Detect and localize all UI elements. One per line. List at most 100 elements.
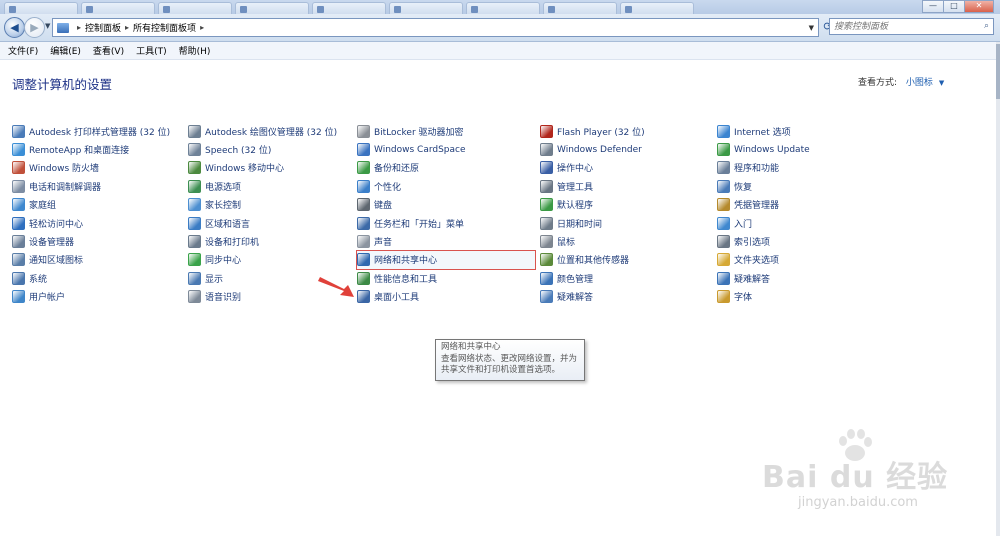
- control-panel-item[interactable]: 个性化: [357, 177, 535, 195]
- control-panel-item[interactable]: Autodesk 绘图仪管理器 (32 位): [188, 122, 337, 140]
- control-panel-item[interactable]: Windows Update: [717, 140, 810, 158]
- control-panel-item[interactable]: 位置和其他传感器: [540, 251, 645, 269]
- control-panel-item[interactable]: 系统: [12, 269, 170, 287]
- control-panel-content: 调整计算机的设置 查看方式: 小图标 ▼ Autodesk 打印样式管理器 (3…: [0, 60, 996, 536]
- menu-file[interactable]: 文件(F): [8, 44, 38, 57]
- vertical-scrollbar[interactable]: [996, 42, 1000, 536]
- menu-tools[interactable]: 工具(T): [136, 44, 167, 57]
- control-panel-item-icon: [540, 143, 553, 157]
- control-panel-item[interactable]: 语音识别: [188, 288, 337, 306]
- control-panel-item-icon: [188, 271, 201, 285]
- control-panel-item[interactable]: 轻松访问中心: [12, 214, 170, 232]
- breadcrumb-all-items[interactable]: 所有控制面板项: [133, 21, 196, 34]
- menu-help[interactable]: 帮助(H): [179, 44, 211, 57]
- control-panel-item-label: 通知区域图标: [29, 256, 84, 267]
- control-panel-item[interactable]: Windows 移动中心: [188, 159, 337, 177]
- control-panel-item-icon: [12, 253, 25, 267]
- scrollbar-thumb[interactable]: [996, 44, 1000, 99]
- control-panel-item[interactable]: 网络和共享中心: [356, 249, 536, 271]
- control-panel-item[interactable]: 任务栏和「开始」菜单: [357, 214, 535, 232]
- control-panel-item[interactable]: 键盘: [357, 196, 535, 214]
- control-panel-item[interactable]: 疑难解答: [717, 269, 810, 287]
- control-panel-item[interactable]: 声音: [357, 232, 535, 250]
- control-panel-item-label: 操作中心: [557, 164, 594, 175]
- control-panel-item-icon: [717, 124, 730, 138]
- control-panel-item[interactable]: 用户帐户: [12, 288, 170, 306]
- control-panel-item[interactable]: 索引选项: [717, 232, 810, 250]
- control-panel-item[interactable]: 疑难解答: [540, 288, 645, 306]
- control-panel-item-label: 显示: [205, 274, 224, 285]
- control-panel-item[interactable]: 显示: [188, 269, 337, 287]
- back-button[interactable]: ◀: [4, 17, 25, 38]
- control-panel-item-icon: [188, 179, 201, 193]
- history-dropdown-icon[interactable]: ▼: [45, 22, 50, 30]
- control-panel-item-label: 颜色管理: [557, 274, 594, 285]
- chevron-right-icon[interactable]: ▸: [77, 23, 81, 32]
- control-panel-item[interactable]: 日期和时间: [540, 214, 645, 232]
- control-panel-item[interactable]: Internet 选项: [717, 122, 810, 140]
- control-panel-item[interactable]: 通知区域图标: [12, 251, 170, 269]
- control-panel-item[interactable]: 恢复: [717, 177, 810, 195]
- control-panel-item-label: 区域和语言: [205, 219, 251, 230]
- control-panel-item[interactable]: 字体: [717, 288, 810, 306]
- control-panel-item[interactable]: Autodesk 打印样式管理器 (32 位): [12, 122, 170, 140]
- control-panel-item[interactable]: Windows 防火墙: [12, 159, 170, 177]
- control-panel-item[interactable]: Speech (32 位): [188, 140, 337, 158]
- control-panel-item[interactable]: 设备管理器: [12, 232, 170, 250]
- search-input[interactable]: [830, 19, 978, 35]
- maximize-button[interactable]: □: [943, 0, 965, 13]
- control-panel-item[interactable]: 操作中心: [540, 159, 645, 177]
- control-panel-item[interactable]: 鼠标: [540, 232, 645, 250]
- control-panel-item[interactable]: 家庭组: [12, 196, 170, 214]
- control-panel-item-label: 家庭组: [29, 201, 57, 212]
- view-by-dropdown[interactable]: 小图标: [906, 78, 933, 88]
- control-panel-item[interactable]: 文件夹选项: [717, 251, 810, 269]
- address-bar[interactable]: ▸ 控制面板 ▸ 所有控制面板项 ▸ ▼: [52, 18, 819, 37]
- search-box[interactable]: ⌕: [829, 18, 994, 35]
- control-panel-item[interactable]: 程序和功能: [717, 159, 810, 177]
- control-panel-item[interactable]: 设备和打印机: [188, 232, 337, 250]
- control-panel-item-label: 轻松访问中心: [29, 219, 84, 230]
- address-dropdown-icon[interactable]: ▼: [809, 24, 814, 32]
- control-panel-item-icon: [540, 290, 553, 304]
- control-panel-item[interactable]: Windows Defender: [540, 140, 645, 158]
- control-panel-item-label: 键盘: [374, 201, 393, 212]
- control-panel-item-icon: [540, 235, 553, 249]
- control-panel-item-icon: [12, 161, 25, 175]
- control-panel-item-icon: [12, 290, 25, 304]
- control-panel-item[interactable]: 桌面小工具: [357, 288, 535, 306]
- items-column-4: Flash Player (32 位) Windows Defender 操作中心管…: [540, 122, 645, 306]
- control-panel-item[interactable]: 同步中心: [188, 251, 337, 269]
- control-panel-item[interactable]: 备份和还原: [357, 159, 535, 177]
- control-panel-item-label: 备份和还原: [374, 164, 420, 175]
- close-button[interactable]: ✕: [964, 0, 994, 13]
- minimize-button[interactable]: —: [922, 0, 944, 13]
- tab-page-icon: [240, 6, 247, 13]
- control-panel-item[interactable]: 家长控制: [188, 196, 337, 214]
- control-panel-item[interactable]: 入门: [717, 214, 810, 232]
- control-panel-item[interactable]: 区域和语言: [188, 214, 337, 232]
- control-panel-item[interactable]: 性能信息和工具: [357, 269, 535, 287]
- breadcrumb-control-panel[interactable]: 控制面板: [85, 21, 121, 34]
- control-panel-item[interactable]: 电源选项: [188, 177, 337, 195]
- menu-view[interactable]: 查看(V): [93, 44, 124, 57]
- control-panel-item[interactable]: 管理工具: [540, 177, 645, 195]
- control-panel-item-icon: [188, 161, 201, 175]
- control-panel-item[interactable]: 颜色管理: [540, 269, 645, 287]
- control-panel-item[interactable]: 默认程序: [540, 196, 645, 214]
- control-panel-item[interactable]: 凭据管理器: [717, 196, 810, 214]
- menu-edit[interactable]: 编辑(E): [50, 44, 81, 57]
- control-panel-item-label: Internet 选项: [734, 127, 791, 138]
- control-panel-item-label: 电源选项: [205, 182, 242, 193]
- chevron-down-icon[interactable]: ▼: [939, 79, 944, 87]
- forward-button[interactable]: ▶: [24, 17, 45, 38]
- search-icon[interactable]: ⌕: [984, 21, 989, 31]
- control-panel-item[interactable]: RemoteApp 和桌面连接: [12, 140, 170, 158]
- tab-page-icon: [548, 6, 555, 13]
- chevron-right-icon[interactable]: ▸: [200, 23, 204, 32]
- control-panel-item[interactable]: 电话和调制解调器: [12, 177, 170, 195]
- chevron-right-icon[interactable]: ▸: [125, 23, 129, 32]
- control-panel-item[interactable]: Windows CardSpace: [357, 140, 535, 158]
- control-panel-item[interactable]: Flash Player (32 位): [540, 122, 645, 140]
- control-panel-item[interactable]: BitLocker 驱动器加密: [357, 122, 535, 140]
